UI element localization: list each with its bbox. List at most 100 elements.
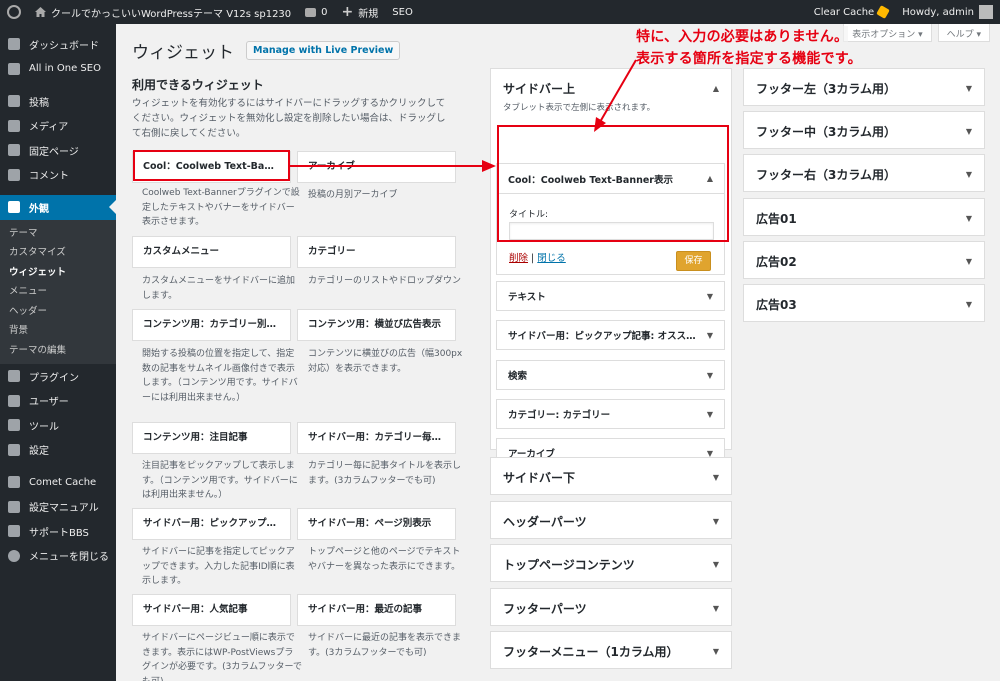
- sidebar-area-title: ヘッダーパーツ: [503, 514, 587, 529]
- comments-count: 0: [321, 6, 328, 18]
- sidebar-area[interactable]: フッターメニュー（1カラム用） ▼: [490, 631, 732, 669]
- expand-arrow-icon[interactable]: ▼: [707, 410, 713, 419]
- sidebar-item-settings[interactable]: 設定: [0, 438, 116, 463]
- seo-menu[interactable]: SEO: [385, 0, 420, 24]
- widget-card-content-category[interactable]: コンテンツ用：カテゴリー別…: [132, 309, 291, 341]
- widget-card-sidebar-pickup[interactable]: サイドバー用：ピックアップ…: [132, 508, 291, 540]
- sidebar-item-appearance[interactable]: 外観: [0, 195, 116, 220]
- widget-card-custom-menu[interactable]: カスタムメニュー: [132, 236, 291, 268]
- sidebar-area-title: フッターメニュー（1カラム用）: [503, 644, 679, 659]
- sidebar-area[interactable]: フッター右（3カラム用） ▼: [743, 154, 985, 192]
- widget-card-content-ads[interactable]: コンテンツ用：横並び広告表示: [297, 309, 456, 341]
- widget-card-archives[interactable]: アーカイブ: [297, 151, 456, 183]
- sidebar-area[interactable]: フッターパーツ ▼: [490, 588, 732, 626]
- sidebar-area[interactable]: フッター左（3カラム用） ▼: [743, 68, 985, 106]
- widget-desc-content-category: 開始する投稿の位置を指定して、指定数の記事をサムネイル画像付きで表示します。（コ…: [142, 349, 298, 403]
- placed-widget-title: 検索: [508, 371, 528, 382]
- sidebar-item-media[interactable]: メディア: [0, 114, 116, 139]
- placed-widget[interactable]: 検索 ▼: [496, 360, 725, 390]
- widget-card-categories[interactable]: カテゴリー: [297, 236, 456, 268]
- sidebar-area[interactable]: ヘッダーパーツ ▼: [490, 501, 732, 539]
- placed-widget[interactable]: テキスト ▼: [496, 281, 725, 311]
- widget-desc-categories: カテゴリーのリストやドロップダウン: [308, 276, 462, 286]
- sidebar-item-tools[interactable]: ツール: [0, 413, 116, 438]
- expand-arrow-icon[interactable]: ▼: [713, 473, 719, 482]
- sidebar-area[interactable]: サイドバー下 ▼: [490, 457, 732, 495]
- expand-arrow-icon[interactable]: ▼: [966, 257, 972, 266]
- close-link[interactable]: 閉じる: [537, 253, 566, 264]
- paintbrush-icon: [8, 201, 20, 214]
- expand-arrow-icon[interactable]: ▼: [966, 214, 972, 223]
- placed-widget[interactable]: カテゴリー: カテゴリー ▼: [496, 399, 725, 429]
- expand-arrow-icon[interactable]: ▼: [713, 647, 719, 656]
- sidebar-area[interactable]: 広告01 ▼: [743, 198, 985, 236]
- expand-arrow-icon[interactable]: ▼: [707, 331, 713, 340]
- widget-card-popular[interactable]: サイドバー用：人気記事: [132, 594, 291, 626]
- wp-logo-menu[interactable]: [0, 0, 28, 24]
- sidebar-area[interactable]: 広告02 ▼: [743, 241, 985, 279]
- widget-desc-content-ads: コンテンツに横並びの広告（幅300px対応）を表示できます。: [308, 349, 463, 374]
- submenu-menus[interactable]: メニュー: [0, 282, 116, 302]
- comment-icon: [8, 168, 20, 181]
- expand-arrow-icon[interactable]: ▼: [707, 292, 713, 301]
- site-name-link[interactable]: クールでかっこいいWordPressテーマ V12s sp1230: [28, 0, 298, 24]
- save-button[interactable]: 保存: [676, 251, 711, 271]
- widget-card-recent[interactable]: サイドバー用：最近の記事: [297, 594, 456, 626]
- collapse-arrow-icon[interactable]: ▲: [713, 84, 719, 93]
- expand-arrow-icon[interactable]: ▼: [966, 127, 972, 136]
- sidebar-item-plugins[interactable]: プラグイン: [0, 364, 116, 389]
- submenu-theme-editor[interactable]: テーマの編集: [0, 341, 116, 361]
- aioseo-icon: [8, 62, 20, 75]
- page-icon: [8, 144, 20, 157]
- sidebar-item-support[interactable]: サポートBBS: [0, 519, 116, 544]
- submenu-header[interactable]: ヘッダー: [0, 302, 116, 322]
- sidebar-item-dashboard[interactable]: ダッシュボード: [0, 32, 116, 57]
- pin-icon: [8, 95, 20, 108]
- account-menu[interactable]: Howdy, admin: [895, 0, 1000, 24]
- expand-arrow-icon[interactable]: ▼: [713, 560, 719, 569]
- sidebar-item-aioseo[interactable]: All in One SEO: [0, 57, 116, 82]
- submenu-themes[interactable]: テーマ: [0, 224, 116, 244]
- comments-link[interactable]: 0: [298, 0, 334, 24]
- expand-arrow-icon[interactable]: ▼: [966, 84, 972, 93]
- new-content-menu[interactable]: + 新規: [335, 0, 386, 24]
- sidebar-item-pages[interactable]: 固定ページ: [0, 138, 116, 163]
- sidebar-area[interactable]: トップページコンテンツ ▼: [490, 544, 732, 582]
- sidebar-item-users[interactable]: ユーザー: [0, 389, 116, 414]
- sidebar-item-comet-cache[interactable]: Comet Cache: [0, 470, 116, 495]
- admin-bar: クールでかっこいいWordPressテーマ V12s sp1230 0 + 新規…: [0, 0, 1000, 24]
- howdy-label: Howdy, admin: [902, 6, 974, 18]
- appearance-submenu: テーマ カスタマイズ ウィジェット メニュー ヘッダー 背景 テーマの編集: [0, 219, 116, 364]
- expand-arrow-icon[interactable]: ▼: [713, 604, 719, 613]
- expand-arrow-icon[interactable]: ▼: [966, 300, 972, 309]
- expand-arrow-icon[interactable]: ▼: [966, 170, 972, 179]
- sidebar-area[interactable]: 広告03 ▼: [743, 284, 985, 322]
- widget-desc-sidebar-page: トップページと他のページでテキストやバナーを異なった表示にできます。: [308, 547, 461, 572]
- sidebar-item-comments[interactable]: コメント: [0, 163, 116, 188]
- screen-options-button[interactable]: 表示オプション ▾: [843, 24, 932, 42]
- widget-card-content-featured[interactable]: コンテンツ用：注目記事: [132, 422, 291, 454]
- submenu-customize[interactable]: カスタマイズ: [0, 243, 116, 263]
- delete-link[interactable]: 削除: [509, 253, 528, 264]
- sidebar-area-description: タブレット表示で左側に表示されます。: [503, 103, 656, 113]
- expand-arrow-icon[interactable]: ▼: [707, 371, 713, 380]
- sidebar-item-posts[interactable]: 投稿: [0, 89, 116, 114]
- sidebar-item-manual[interactable]: 設定マニュアル: [0, 495, 116, 520]
- widget-card-sidebar-page[interactable]: サイドバー用：ページ別表示: [297, 508, 456, 540]
- collapse-menu-button[interactable]: メニューを閉じる: [0, 544, 116, 569]
- wrench-icon: [8, 419, 20, 432]
- placed-widget[interactable]: サイドバー用：ピックアップ記事: オスス… ▼: [496, 320, 725, 350]
- submenu-background[interactable]: 背景: [0, 321, 116, 341]
- main-content: 表示オプション ▾ ヘルプ ▾ ウィジェット Manage with Live …: [116, 24, 1000, 681]
- sidebar-area-title: フッター左（3カラム用）: [756, 81, 896, 96]
- live-preview-button[interactable]: Manage with Live Preview: [246, 41, 401, 60]
- sidebar-item-label: 設定: [29, 446, 49, 458]
- sidebar-item-label: コメント: [29, 171, 69, 183]
- expand-arrow-icon[interactable]: ▼: [713, 517, 719, 526]
- submenu-widgets[interactable]: ウィジェット: [0, 263, 116, 283]
- help-button[interactable]: ヘルプ ▾: [937, 24, 990, 42]
- clear-cache-button[interactable]: Clear Cache: [807, 0, 895, 24]
- widget-card-sidebar-category[interactable]: サイドバー用：カテゴリー毎…: [297, 422, 456, 454]
- sidebar-area[interactable]: フッター中（3カラム用） ▼: [743, 111, 985, 149]
- sidebar-item-label: ダッシュボード: [29, 40, 99, 52]
